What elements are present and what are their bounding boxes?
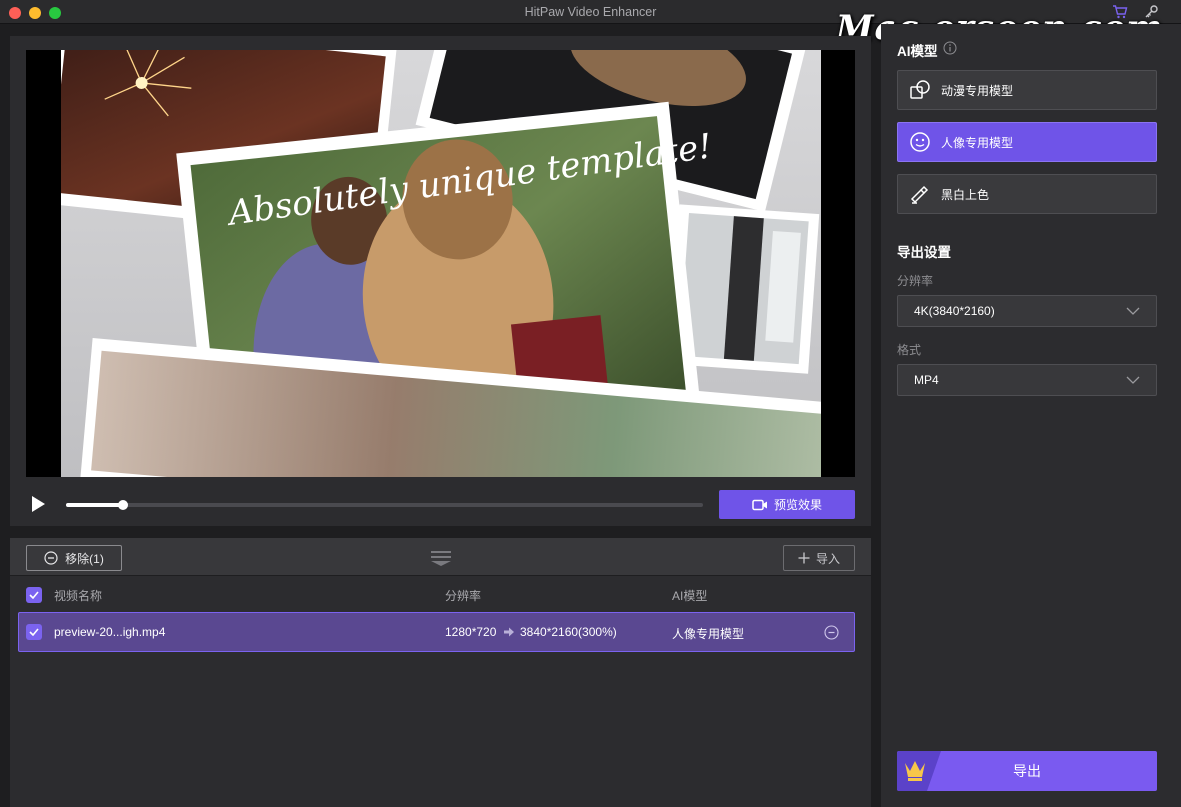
check-icon bbox=[29, 628, 39, 636]
model-anime-button[interactable]: 动漫专用模型 bbox=[897, 70, 1157, 110]
model-colorize-label: 黑白上色 bbox=[941, 187, 990, 202]
format-label: 格式 bbox=[897, 343, 922, 357]
row-ai-model: 人像专用模型 bbox=[672, 627, 745, 641]
anime-model-icon bbox=[910, 80, 930, 99]
resolution-select[interactable]: 4K(3840*2160) bbox=[897, 295, 1157, 327]
format-select[interactable]: MP4 bbox=[897, 364, 1157, 396]
video-preview[interactable]: Absolutely unique template! bbox=[26, 50, 855, 477]
preview-effect-label: 预览效果 bbox=[773, 498, 822, 512]
chevron-down-icon bbox=[1126, 376, 1140, 384]
check-icon bbox=[29, 591, 39, 599]
arrow-right-icon bbox=[504, 627, 514, 637]
remove-label: 移除(1) bbox=[65, 551, 104, 566]
header-resolution: 分辨率 bbox=[445, 589, 482, 603]
info-icon[interactable] bbox=[943, 41, 957, 55]
progress-fill bbox=[66, 503, 124, 507]
model-anime-label: 动漫专用模型 bbox=[941, 83, 1014, 98]
row-remove-icon[interactable] bbox=[824, 625, 839, 640]
format-value: MP4 bbox=[914, 373, 939, 387]
plus-icon bbox=[798, 552, 810, 564]
export-label: 导出 bbox=[1013, 763, 1041, 779]
preview-effect-button[interactable]: 预览效果 bbox=[719, 490, 855, 519]
playback-progress-bar[interactable] bbox=[66, 500, 703, 510]
collapse-list-icon[interactable] bbox=[430, 549, 452, 567]
row-target-resolution: 3840*2160(300%) bbox=[520, 625, 617, 639]
ai-model-title: AI模型 bbox=[897, 44, 938, 59]
export-button[interactable]: 导出 bbox=[897, 751, 1157, 791]
row-video-name: preview-20...igh.mp4 bbox=[54, 625, 166, 639]
model-portrait-button[interactable]: 人像专用模型 bbox=[897, 122, 1157, 162]
export-settings-title: 导出设置 bbox=[897, 245, 951, 260]
row-source-resolution: 1280*720 bbox=[445, 625, 497, 639]
crown-badge-icon bbox=[897, 751, 941, 791]
portrait-model-icon bbox=[910, 132, 930, 152]
import-label: 导入 bbox=[815, 551, 840, 566]
header-video-name: 视频名称 bbox=[54, 589, 103, 603]
remove-circle-icon bbox=[44, 551, 58, 565]
colorize-icon bbox=[910, 185, 929, 204]
select-all-checkbox[interactable] bbox=[26, 587, 42, 603]
row-checkbox[interactable] bbox=[26, 624, 42, 640]
import-button[interactable]: 导入 bbox=[783, 545, 855, 571]
model-portrait-label: 人像专用模型 bbox=[941, 135, 1014, 150]
resolution-label: 分辨率 bbox=[897, 274, 934, 288]
header-ai-model: AI模型 bbox=[672, 589, 708, 603]
video-list-panel bbox=[10, 538, 871, 807]
resolution-value: 4K(3840*2160) bbox=[914, 304, 995, 318]
chevron-down-icon bbox=[1126, 307, 1140, 315]
video-frame-image: Absolutely unique template! bbox=[26, 50, 855, 477]
model-colorize-button[interactable]: 黑白上色 bbox=[897, 174, 1157, 214]
remove-button[interactable]: 移除(1) bbox=[26, 545, 122, 571]
video-camera-icon bbox=[752, 499, 767, 510]
play-button[interactable] bbox=[28, 494, 48, 514]
